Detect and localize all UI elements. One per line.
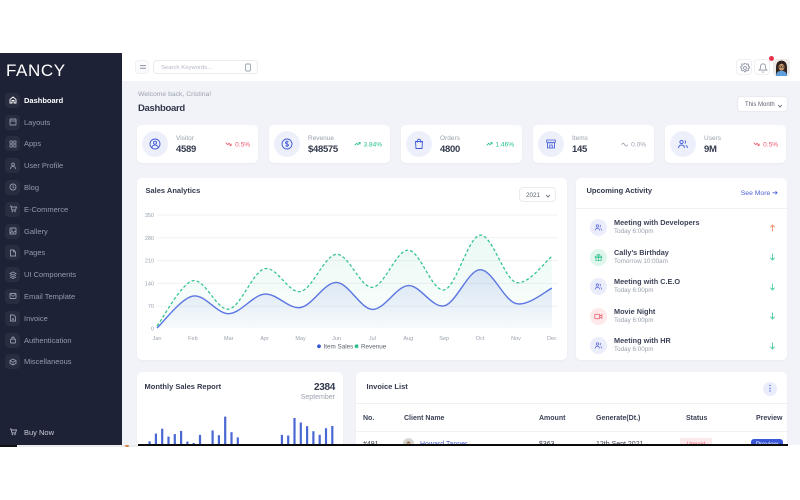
- svg-text:Jun: Jun: [332, 336, 341, 342]
- svg-text:Feb: Feb: [188, 336, 197, 342]
- svg-text:Apr: Apr: [260, 336, 269, 342]
- svg-text:Jan: Jan: [153, 336, 162, 342]
- svg-text:Sep: Sep: [439, 336, 449, 342]
- svg-text:Aug: Aug: [403, 336, 413, 342]
- svg-text:Nov: Nov: [511, 336, 521, 342]
- svg-text:140: 140: [145, 281, 154, 287]
- svg-text:Mar: Mar: [224, 336, 234, 342]
- svg-text:210: 210: [145, 259, 154, 265]
- svg-text:280: 280: [145, 236, 154, 242]
- svg-text:Oct: Oct: [476, 336, 485, 342]
- svg-text:Dec: Dec: [547, 336, 557, 342]
- svg-text:Revenue: Revenue: [361, 344, 387, 351]
- svg-text:Item Sales: Item Sales: [324, 344, 354, 351]
- svg-text:350: 350: [145, 213, 154, 219]
- svg-text:Jul: Jul: [369, 336, 376, 342]
- svg-text:May: May: [295, 336, 306, 342]
- svg-text:0: 0: [151, 327, 154, 333]
- svg-text:70: 70: [148, 304, 154, 310]
